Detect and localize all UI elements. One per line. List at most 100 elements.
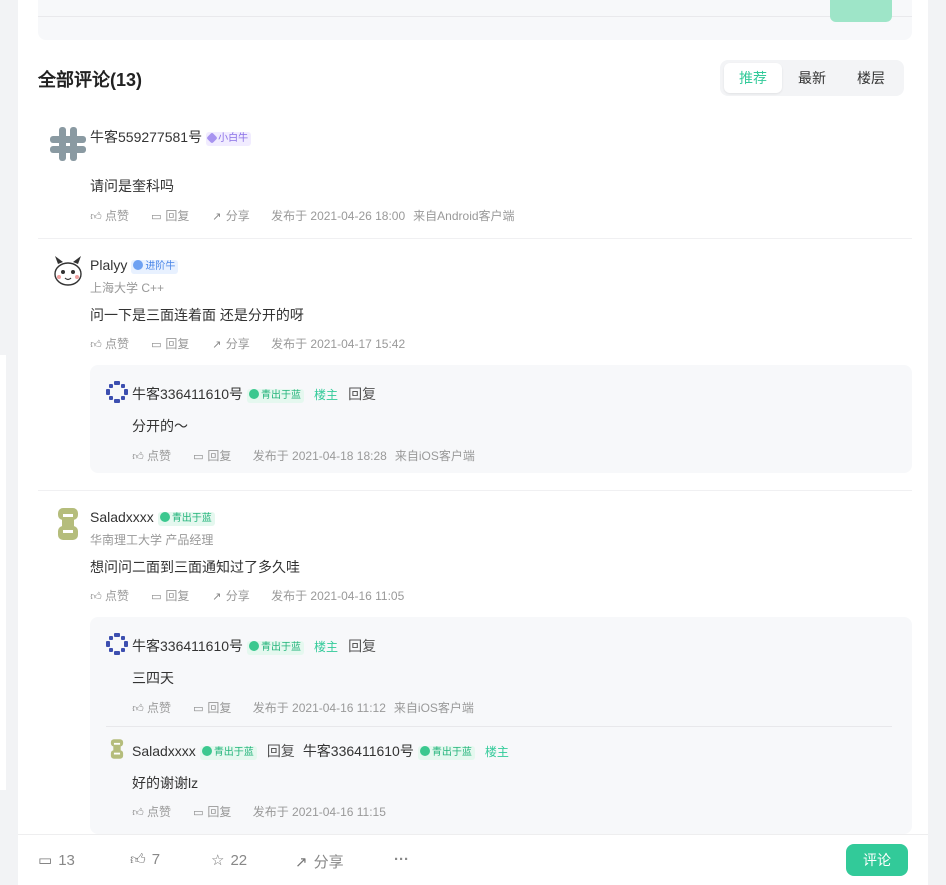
username[interactable]: 牛客336411610号 (132, 386, 243, 402)
reply-target-username[interactable]: 牛客336411610号 (303, 743, 414, 759)
top-box-divider (38, 16, 912, 17)
op-tag: 楼主 (484, 745, 509, 759)
post-time: 发布于 2021-04-16 11:12 (252, 701, 386, 715)
like-button[interactable]: 👍︎ 点赞 (90, 587, 129, 604)
reply-user: 牛客336411610号 青出于蓝 楼主 回复 (132, 636, 376, 656)
comment-icon: ▭ (193, 807, 204, 819)
tab-floor[interactable]: 楼层 (842, 63, 900, 93)
share-button[interactable]: ↗ 分享 (211, 207, 250, 224)
comment-button[interactable]: 评论 (846, 844, 908, 876)
post-time: 发布于 2021-04-18 18:28 (252, 449, 387, 463)
comment-actions: 👍︎ 点赞 ▭ 回复 ↗ 分享 发布于 2021-04-26 18:00 来自Andro… (90, 207, 523, 224)
username[interactable]: Saladxxxx (132, 743, 196, 759)
level-badge: 青出于蓝 (417, 746, 475, 760)
reply-button[interactable]: ▭ 回复 (150, 207, 189, 224)
share-icon: ↗ (295, 854, 308, 871)
reply-divider (106, 726, 892, 727)
op-tag: 楼主 (314, 640, 339, 654)
comment-icon: ▭ (193, 451, 204, 463)
level-badge: 小白牛 (206, 132, 252, 146)
level-badge: 青出于蓝 (247, 641, 305, 655)
thumb-up-icon: 👍︎ (132, 703, 144, 715)
reply-button[interactable]: ▭ 回复 (192, 447, 231, 464)
reply-user: 牛客336411610号 青出于蓝 楼主 回复 (132, 384, 376, 404)
avatar[interactable] (106, 738, 128, 760)
reply-user: Saladxxxx 青出于蓝 回复 牛客336411610号 青出于蓝 楼主 (132, 741, 509, 761)
reply-actions: 👍︎ 点赞 ▭ 回复 发布于 2021-04-16 11:12 来自iOS客户端 (132, 699, 482, 716)
left-panel-edge (0, 355, 6, 790)
username[interactable]: Saladxxxx (90, 509, 154, 525)
thumb-up-icon: 👍︎ (90, 211, 102, 223)
share-icon: ↗ (212, 591, 222, 603)
level-icon (419, 746, 430, 756)
comment-icon: ▭ (193, 703, 204, 715)
comment-content: 想问问二面到三面通知过了多久哇 (90, 559, 300, 575)
username[interactable]: 牛客336411610号 (132, 638, 243, 654)
reply-actions: 👍︎ 点赞 ▭ 回复 发布于 2021-04-18 18:28 来自iOS客户端 (132, 447, 483, 464)
reply-button[interactable]: ▭ 回复 (192, 699, 231, 716)
post-source: 来自iOS客户端 (394, 449, 475, 463)
diamond-icon (206, 132, 218, 144)
post-time: 发布于 2021-04-17 15:42 (271, 337, 406, 351)
comment-icon: ▭ (151, 339, 162, 351)
like-button[interactable]: 👍︎ 点赞 (90, 335, 129, 352)
post-time: 发布于 2021-04-16 11:05 (271, 589, 405, 603)
tab-recommended[interactable]: 推荐 (724, 63, 782, 93)
thumb-up-icon: 👍︎ (132, 451, 144, 463)
comment-divider (38, 238, 912, 239)
like-button[interactable]: 👍︎ 点赞 (132, 803, 171, 820)
avatar[interactable] (106, 633, 128, 655)
comment-icon: ▭ (151, 211, 162, 223)
comment-actions: 👍︎ 点赞 ▭ 回复 ↗ 分享 发布于 2021-04-16 11:05 (90, 587, 412, 604)
username[interactable]: 牛客559277581号 (90, 129, 202, 145)
like-button[interactable]: 👍︎ 点赞 (90, 207, 129, 224)
level-icon (249, 389, 260, 399)
post-source: 来自iOS客户端 (393, 701, 474, 715)
like-count-button[interactable]: 👍︎ 7 (130, 851, 160, 869)
share-icon: ↗ (212, 339, 222, 351)
reply-to-label: 回复 (266, 743, 295, 759)
reply-actions: 👍︎ 点赞 ▭ 回复 发布于 2021-04-16 11:15 (132, 803, 394, 820)
comment-content: 请问是奎科吗 (90, 178, 174, 194)
reply-link[interactable]: 回复 (348, 386, 376, 402)
share-button[interactable]: ↗ 分享 (211, 335, 250, 352)
top-input-box (38, 0, 912, 40)
level-badge: 青出于蓝 (157, 512, 215, 526)
reply-button[interactable]: ▭ 回复 (192, 803, 231, 820)
sort-tabs: 推荐 最新 楼层 (720, 60, 904, 96)
comment-count-button[interactable]: ▭ 13 (38, 851, 75, 869)
level-icon (133, 260, 144, 270)
top-submit-button[interactable] (830, 0, 892, 22)
thumb-up-icon: 👍︎ (132, 807, 144, 819)
share-button[interactable]: ↗ 分享 (295, 851, 344, 872)
comment-user: Saladxxxx 青出于蓝 (90, 509, 215, 526)
level-icon (249, 641, 260, 651)
reply-link[interactable]: 回复 (348, 638, 376, 654)
comment-content: 问一下是三面连着面 还是分开的呀 (90, 307, 304, 323)
reply-content: 好的谢谢lz (132, 775, 199, 791)
level-icon (159, 512, 170, 522)
thumb-up-icon: 👍︎ (90, 591, 102, 603)
reply-content: 三四天 (132, 670, 174, 686)
post-time: 发布于 2021-04-16 11:15 (252, 805, 386, 819)
avatar[interactable] (50, 126, 86, 162)
avatar[interactable] (106, 381, 128, 403)
level-badge: 青出于蓝 (247, 389, 305, 403)
like-button[interactable]: 👍︎ 点赞 (132, 447, 171, 464)
favorite-count-button[interactable]: ☆ 22 (211, 851, 247, 869)
reply-button[interactable]: ▭ 回复 (150, 335, 189, 352)
like-button[interactable]: 👍︎ 点赞 (132, 699, 171, 716)
reply-button[interactable]: ▭ 回复 (150, 587, 189, 604)
more-icon[interactable]: ··· (394, 851, 409, 868)
comment-user: 牛客559277581号 小白牛 (90, 127, 252, 147)
username[interactable]: Plalyy (90, 257, 127, 273)
avatar[interactable] (50, 506, 86, 542)
share-button[interactable]: ↗ 分享 (211, 587, 250, 604)
post-source: 来自Android客户端 (413, 209, 515, 223)
tab-latest[interactable]: 最新 (783, 63, 841, 93)
reply-content: 分开的～ (132, 418, 188, 434)
comment-icon: ▭ (151, 591, 162, 603)
share-icon: ↗ (212, 211, 222, 223)
avatar[interactable] (50, 254, 86, 290)
post-time: 发布于 2021-04-26 18:00 (271, 209, 406, 223)
